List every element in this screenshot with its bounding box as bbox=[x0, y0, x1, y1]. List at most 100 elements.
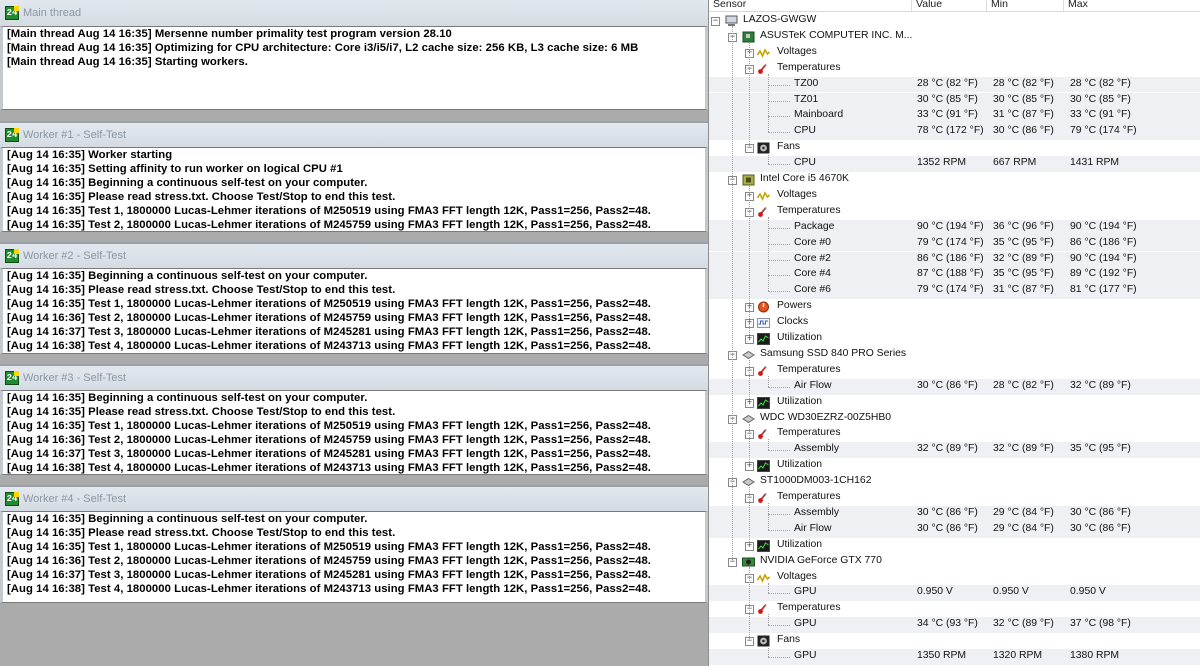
sensor-label: LAZOS-GWGW bbox=[743, 14, 817, 25]
category-node[interactable]: − Temperatures bbox=[709, 426, 1200, 442]
sensor-label: Assembly bbox=[794, 443, 840, 455]
worker-4-log[interactable]: [Aug 14 16:35] Beginning a continuous se… bbox=[0, 511, 708, 603]
device-node[interactable]: − Samsung SSD 840 PRO Series bbox=[709, 347, 1200, 363]
column-max[interactable]: Max bbox=[1064, 0, 1088, 11]
category-node[interactable]: + Voltages bbox=[709, 188, 1200, 204]
category-node[interactable]: + Utilization bbox=[709, 538, 1200, 554]
sensor-max: 1431 RPM bbox=[1070, 157, 1120, 169]
category-node[interactable]: + Powers bbox=[709, 299, 1200, 315]
sensor-row[interactable]: Core #2 86 °C (186 °F) 32 °C (89 °F) 90 °C … bbox=[709, 251, 1200, 268]
category-node[interactable]: + Voltages bbox=[709, 45, 1200, 61]
tree-connector bbox=[768, 582, 769, 594]
sensor-row[interactable]: Air Flow 30 °C (86 °F) 29 °C (84 °F) 30 °C … bbox=[709, 521, 1200, 538]
tree-connector bbox=[768, 386, 790, 388]
category-node[interactable]: − Temperatures bbox=[709, 363, 1200, 379]
tree-connector bbox=[768, 657, 790, 658]
sensor-row[interactable]: CPU 78 °C (172 °F) 30 °C (86 °F) 79 °C (174… bbox=[709, 124, 1200, 141]
sensor-row[interactable]: Assembly 30 °C (86 °F) 29 °C (84 °F) 30 °C … bbox=[709, 505, 1200, 522]
sensor-label: NVIDIA GeForce GTX 770 bbox=[760, 554, 882, 566]
sensor-row[interactable]: TZ01 30 °C (85 °F) 30 °C (85 °F) 30 °C (85 … bbox=[709, 92, 1200, 109]
tree-connector bbox=[768, 513, 790, 515]
column-min[interactable]: Min bbox=[987, 0, 1008, 11]
main-thread-titlebar[interactable]: 24 Main thread bbox=[0, 0, 708, 26]
log-line: [Aug 14 16:35] Worker starting bbox=[7, 149, 173, 161]
device-node[interactable]: − ASUSTeK COMPUTER INC. M... bbox=[709, 29, 1200, 45]
log-line: [Aug 14 16:35] Test 1, 1800000 Lucas-Leh… bbox=[7, 420, 651, 433]
worker-1-titlebar[interactable]: 24 Worker #1 - Self-Test bbox=[0, 121, 708, 147]
tree-connector bbox=[768, 646, 769, 657]
category-node[interactable]: + Utilization bbox=[709, 458, 1200, 474]
tree-connector bbox=[768, 216, 769, 292]
log-line: [Aug 14 16:35] Beginning a continuous se… bbox=[7, 513, 368, 525]
worker-3-titlebar[interactable]: 24 Worker #3 - Self-Test bbox=[0, 364, 708, 390]
device-node[interactable]: − Intel Core i5 4670K bbox=[709, 172, 1200, 188]
sensor-row[interactable]: Package 90 °C (194 °F) 36 °C (96 °F) 90 °C … bbox=[709, 219, 1200, 236]
worker-4-titlebar[interactable]: 24 Worker #4 - Self-Test bbox=[0, 485, 708, 511]
window-title: Worker #4 - Self-Test bbox=[23, 493, 127, 505]
category-node[interactable]: − Temperatures bbox=[709, 601, 1200, 617]
sensor-row[interactable]: GPU 34 °C (93 °F) 32 °C (89 °F) 37 °C (98 °… bbox=[709, 617, 1200, 634]
category-node[interactable]: − Fans bbox=[709, 633, 1200, 649]
log-line: [Aug 14 16:38] Test 4, 1800000 Lucas-Leh… bbox=[7, 583, 651, 596]
category-node[interactable]: − Temperatures bbox=[709, 490, 1200, 506]
sensor-max: 30 °C (86 °F) bbox=[1070, 506, 1131, 518]
sensor-value: 34 °C (93 °F) bbox=[917, 618, 978, 630]
worker-4-window: 24 Worker #4 - Self-Test [Aug 14 16:35] … bbox=[0, 485, 708, 603]
prime95-app-icon: 24 bbox=[5, 128, 19, 142]
sensor-row[interactable]: CPU 1352 RPM 667 RPM 1431 RPM bbox=[709, 156, 1200, 172]
sensor-max: 86 °C (186 °F) bbox=[1070, 236, 1137, 248]
sensor-value: 33 °C (91 °F) bbox=[917, 109, 978, 121]
sensor-row[interactable]: Mainboard 33 °C (91 °F) 31 °C (87 °F) 33 °C… bbox=[709, 108, 1200, 125]
device-node[interactable]: − ST1000DM003-1CH162 bbox=[709, 474, 1200, 490]
sensor-label: ST1000DM003-1CH162 bbox=[760, 475, 872, 487]
sensor-row[interactable]: Assembly 32 °C (89 °F) 32 °C (89 °F) 35 °C … bbox=[709, 442, 1200, 459]
worker-3-log[interactable]: [Aug 14 16:35] Beginning a continuous se… bbox=[0, 390, 708, 475]
category-node[interactable]: − Temperatures bbox=[709, 61, 1200, 77]
sensor-label: CPU bbox=[794, 157, 816, 169]
worker-2-titlebar[interactable]: 24 Worker #2 - Self-Test bbox=[0, 242, 708, 268]
category-node[interactable]: − Fans bbox=[709, 140, 1200, 156]
sensor-row[interactable]: Core #4 87 °C (188 °F) 35 °C (95 °F) 89 °C … bbox=[709, 267, 1200, 284]
device-node[interactable]: − WDC WD30EZRZ-00Z5HB0 bbox=[709, 411, 1200, 427]
sensor-label: Utilization bbox=[777, 459, 823, 471]
sensor-min: 1320 RPM bbox=[993, 650, 1043, 661]
log-line: [Aug 14 16:35] Please read stress.txt. C… bbox=[7, 191, 396, 204]
sensor-label: Air Flow bbox=[794, 522, 832, 534]
column-sensor[interactable]: Sensor bbox=[709, 0, 746, 11]
tree-connector bbox=[749, 185, 750, 339]
clock-icon bbox=[757, 317, 770, 329]
collapse-toggle[interactable]: − bbox=[711, 17, 720, 26]
sensor-row[interactable]: GPU 0.950 V 0.950 V 0.950 V bbox=[709, 585, 1200, 602]
sensor-max: 30 °C (85 °F) bbox=[1070, 93, 1131, 105]
category-node[interactable]: − Temperatures bbox=[709, 204, 1200, 220]
category-node[interactable]: + Clocks bbox=[709, 315, 1200, 331]
main-thread-log[interactable]: [Main thread Aug 14 16:35] Mersenne numb… bbox=[0, 26, 708, 110]
category-node[interactable]: − Voltages bbox=[709, 570, 1200, 586]
tree-connector bbox=[768, 116, 790, 118]
sensor-row[interactable]: Air Flow 30 °C (86 °F) 28 °C (82 °F) 32 °C … bbox=[709, 378, 1200, 395]
sensor-row[interactable]: TZ00 28 °C (82 °F) 28 °C (82 °F) 28 °C (82 … bbox=[709, 76, 1200, 93]
voltage-icon bbox=[756, 47, 771, 59]
tree-connector bbox=[749, 359, 750, 403]
category-node[interactable]: + Utilization bbox=[709, 395, 1200, 411]
sensor-row[interactable]: Core #0 79 °C (174 °F) 35 °C (95 °F) 86 °C … bbox=[709, 235, 1200, 252]
prime95-app-icon: 24 bbox=[5, 371, 19, 385]
sensor-label: GPU bbox=[794, 650, 817, 661]
column-header: Sensor Value Min Max bbox=[709, 0, 1200, 12]
log-line: [Aug 14 16:38] Test 4, 1800000 Lucas-Leh… bbox=[7, 340, 651, 353]
tree-connector bbox=[768, 614, 769, 626]
sensor-panel: Sensor Value Min Max − LAZOS-GWGW − ASUSTeK… bbox=[708, 0, 1200, 666]
sensor-label: CPU bbox=[794, 125, 816, 137]
sensor-row[interactable]: GPU 1350 RPM 1320 RPM 1380 RPM bbox=[709, 649, 1200, 665]
sensor-min: 30 °C (86 °F) bbox=[993, 125, 1054, 137]
worker-1-log[interactable]: [Aug 14 16:35] Worker starting [Aug 14 1… bbox=[0, 147, 708, 232]
sensor-max: 79 °C (174 °F) bbox=[1070, 125, 1137, 137]
device-node[interactable]: − NVIDIA GeForce GTX 770 bbox=[709, 554, 1200, 570]
sensor-min: 29 °C (84 °F) bbox=[993, 522, 1054, 534]
column-value[interactable]: Value bbox=[912, 0, 942, 11]
device-node[interactable]: − LAZOS-GWGW bbox=[709, 13, 1200, 29]
sensor-label: Temperatures bbox=[777, 427, 841, 439]
sensor-row[interactable]: Core #6 79 °C (174 °F) 31 °C (87 °F) 81 °C … bbox=[709, 283, 1200, 300]
worker-2-log[interactable]: [Aug 14 16:35] Beginning a continuous se… bbox=[0, 268, 708, 354]
category-node[interactable]: + Utilization bbox=[709, 331, 1200, 347]
